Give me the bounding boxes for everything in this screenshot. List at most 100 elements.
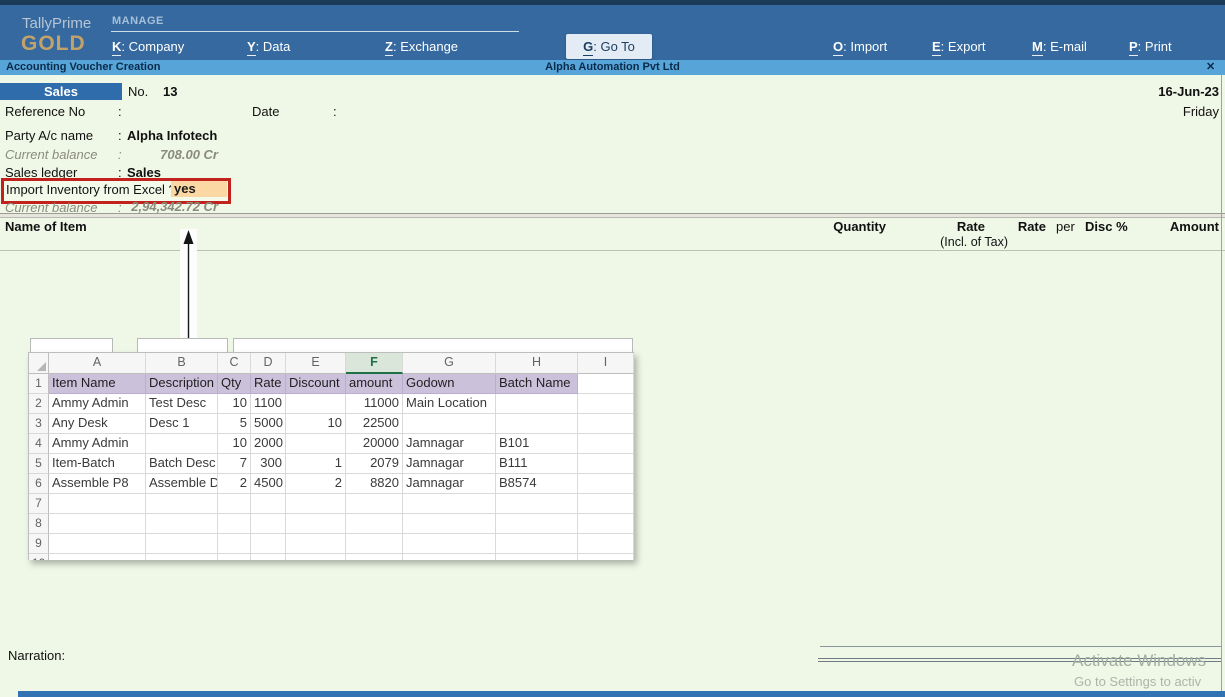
cell-C7[interactable] — [218, 494, 251, 514]
column-header-I[interactable]: I — [578, 353, 634, 374]
cell-F4[interactable]: 20000 — [346, 434, 403, 454]
cell-I6[interactable] — [578, 474, 634, 494]
row-header-1[interactable]: 1 — [29, 374, 49, 394]
row-header-4[interactable]: 4 — [29, 434, 49, 454]
cell-I2[interactable] — [578, 394, 634, 414]
cell-C2[interactable]: 10 — [218, 394, 251, 414]
cell-A7[interactable] — [49, 494, 146, 514]
cell-G9[interactable] — [403, 534, 496, 554]
cell-G6[interactable]: Jamnagar — [403, 474, 496, 494]
cell-G1[interactable]: Godown — [403, 374, 496, 394]
cell-B2[interactable]: Test Desc — [146, 394, 218, 414]
cell-E8[interactable] — [286, 514, 346, 534]
cell-F8[interactable] — [346, 514, 403, 534]
row-header-9[interactable]: 9 — [29, 534, 49, 554]
cell-C10[interactable] — [218, 554, 251, 560]
cell-A10[interactable] — [49, 554, 146, 560]
menu-import[interactable]: O: Import — [833, 39, 887, 54]
close-icon[interactable]: ✕ — [1206, 60, 1215, 73]
cell-F1[interactable]: amount — [346, 374, 403, 394]
cell-F7[interactable] — [346, 494, 403, 514]
cell-D8[interactable] — [251, 514, 286, 534]
cell-E5[interactable]: 1 — [286, 454, 346, 474]
cell-B6[interactable]: Assemble De — [146, 474, 218, 494]
cell-G10[interactable] — [403, 554, 496, 560]
menu-exchange[interactable]: Z: Exchange — [385, 39, 458, 54]
cell-G5[interactable]: Jamnagar — [403, 454, 496, 474]
cell-I7[interactable] — [578, 494, 634, 514]
cell-H5[interactable]: B111 — [496, 454, 578, 474]
cell-D1[interactable]: Rate — [251, 374, 286, 394]
menu-data[interactable]: Y: Data — [247, 39, 290, 54]
cell-F5[interactable]: 2079 — [346, 454, 403, 474]
cell-B8[interactable] — [146, 514, 218, 534]
cell-D6[interactable]: 4500 — [251, 474, 286, 494]
cell-B7[interactable] — [146, 494, 218, 514]
party-account-value[interactable]: Alpha Infotech — [127, 128, 217, 143]
cell-A2[interactable]: Ammy Admin — [49, 394, 146, 414]
cell-I1[interactable] — [578, 374, 634, 394]
cell-G4[interactable]: Jamnagar — [403, 434, 496, 454]
column-header-F[interactable]: F — [346, 353, 403, 374]
cell-B10[interactable] — [146, 554, 218, 560]
cell-C1[interactable]: Qty — [218, 374, 251, 394]
column-header-E[interactable]: E — [286, 353, 346, 374]
menu-export[interactable]: E: Export — [932, 39, 986, 54]
menu-email[interactable]: M: E-mail — [1032, 39, 1087, 54]
cell-E7[interactable] — [286, 494, 346, 514]
cell-E4[interactable] — [286, 434, 346, 454]
cell-H4[interactable]: B101 — [496, 434, 578, 454]
cell-D9[interactable] — [251, 534, 286, 554]
cell-F6[interactable]: 8820 — [346, 474, 403, 494]
row-header-7[interactable]: 7 — [29, 494, 49, 514]
cell-C6[interactable]: 2 — [218, 474, 251, 494]
cell-F10[interactable] — [346, 554, 403, 560]
cell-A5[interactable]: Item-Batch — [49, 454, 146, 474]
cell-H6[interactable]: B8574 — [496, 474, 578, 494]
cell-I10[interactable] — [578, 554, 634, 560]
cell-E2[interactable] — [286, 394, 346, 414]
cell-H10[interactable] — [496, 554, 578, 560]
cell-E1[interactable]: Discount — [286, 374, 346, 394]
column-header-A[interactable]: A — [49, 353, 146, 374]
cell-H9[interactable] — [496, 534, 578, 554]
cell-C5[interactable]: 7 — [218, 454, 251, 474]
row-header-10[interactable]: 10 — [29, 554, 49, 560]
select-all-corner[interactable] — [29, 353, 49, 374]
cell-H2[interactable] — [496, 394, 578, 414]
cell-G7[interactable] — [403, 494, 496, 514]
column-header-H[interactable]: H — [496, 353, 578, 374]
column-header-C[interactable]: C — [218, 353, 251, 374]
cell-C9[interactable] — [218, 534, 251, 554]
row-header-2[interactable]: 2 — [29, 394, 49, 414]
cell-F2[interactable]: 11000 — [346, 394, 403, 414]
voucher-type-badge[interactable]: Sales — [0, 83, 122, 100]
cell-D3[interactable]: 5000 — [251, 414, 286, 434]
goto-button[interactable]: G: Go To — [566, 34, 652, 59]
column-header-B[interactable]: B — [146, 353, 218, 374]
cell-A9[interactable] — [49, 534, 146, 554]
cell-A1[interactable]: Item Name — [49, 374, 146, 394]
menu-print[interactable]: P: Print — [1129, 39, 1172, 54]
cell-C3[interactable]: 5 — [218, 414, 251, 434]
cell-E9[interactable] — [286, 534, 346, 554]
cell-A4[interactable]: Ammy Admin — [49, 434, 146, 454]
narration-label[interactable]: Narration: — [8, 648, 65, 663]
cell-I9[interactable] — [578, 534, 634, 554]
cell-I8[interactable] — [578, 514, 634, 534]
cell-I5[interactable] — [578, 454, 634, 474]
row-header-6[interactable]: 6 — [29, 474, 49, 494]
cell-A3[interactable]: Any Desk — [49, 414, 146, 434]
cell-H8[interactable] — [496, 514, 578, 534]
cell-H1[interactable]: Batch Name — [496, 374, 578, 394]
cell-C8[interactable] — [218, 514, 251, 534]
column-header-G[interactable]: G — [403, 353, 496, 374]
column-header-D[interactable]: D — [251, 353, 286, 374]
import-inventory-value-field[interactable]: yes — [171, 181, 227, 197]
cell-H7[interactable] — [496, 494, 578, 514]
cell-B5[interactable]: Batch Desc — [146, 454, 218, 474]
cell-G2[interactable]: Main Location — [403, 394, 496, 414]
row-header-3[interactable]: 3 — [29, 414, 49, 434]
cell-B4[interactable] — [146, 434, 218, 454]
cell-D7[interactable] — [251, 494, 286, 514]
